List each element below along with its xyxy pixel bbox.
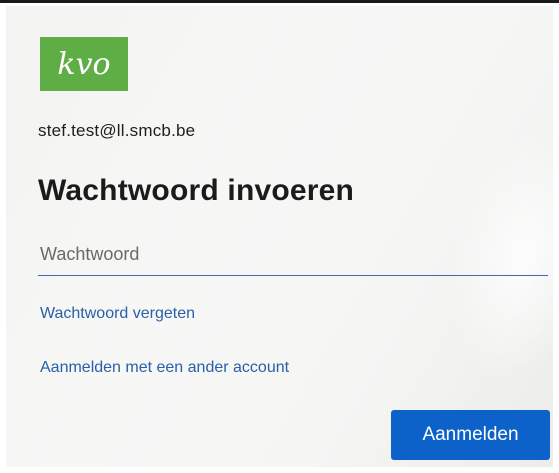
forgot-password-link[interactable]: Wachtwoord vergeten xyxy=(40,305,195,323)
other-account-link[interactable]: Aanmelden met een ander account xyxy=(40,359,289,377)
photo-frame: kvo stef.test@ll.smcb.be Wachtwoord invo… xyxy=(0,0,559,473)
account-email: stef.test@ll.smcb.be xyxy=(38,121,196,140)
brand-logo: kvo xyxy=(40,37,128,91)
page-title: Wachtwoord invoeren xyxy=(38,174,355,207)
password-input[interactable] xyxy=(38,234,548,276)
signin-panel: kvo stef.test@ll.smcb.be Wachtwoord invo… xyxy=(6,6,553,467)
top-border xyxy=(0,0,559,3)
sign-in-button[interactable]: Aanmelden xyxy=(391,410,550,460)
brand-logo-text: kvo xyxy=(57,46,111,82)
